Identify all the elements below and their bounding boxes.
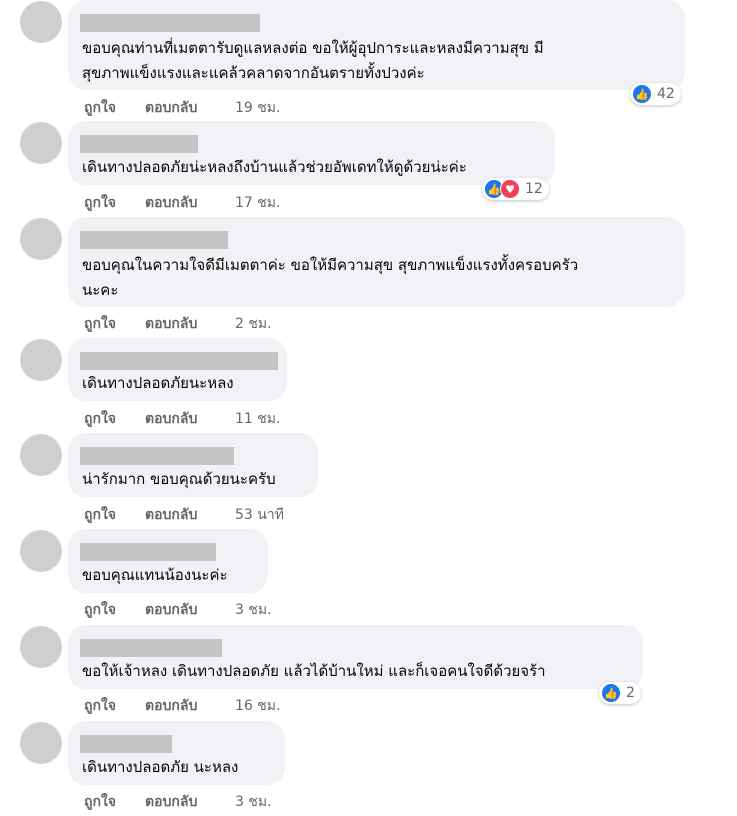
comment-actions: ถูกใจ ตอบกลับ 3 ชม. [84,599,272,621]
like-icon: 👍 [632,84,652,104]
comment-text: เดินทางปลอดภัย นะหลง [82,758,239,776]
comment-timestamp[interactable]: 11 ชม. [235,408,280,430]
comment-actions: ถูกใจ ตอบกลับ 53 นาที [84,504,284,526]
like-button[interactable]: ถูกใจ [84,791,145,813]
avatar[interactable] [20,530,62,572]
comment-timestamp[interactable]: 16 ชม. [235,695,280,717]
like-button[interactable]: ถูกใจ [84,97,145,119]
avatar[interactable] [20,339,62,381]
reply-button[interactable]: ตอบกลับ [145,504,235,526]
like-button[interactable]: ถูกใจ [84,408,145,430]
avatar[interactable] [20,218,62,260]
comment-timestamp[interactable]: 3 ชม. [235,599,272,621]
reaction-summary[interactable]: 👍 42 [630,83,681,105]
comment-timestamp[interactable]: 17 ชม. [235,192,280,214]
reply-button[interactable]: ตอบกลับ [145,791,235,813]
comment-text: เดินทางปลอดภัยน่ะหลงถึงบ้านแล้วช่วยอัพเด… [82,158,467,176]
comment-actions: ถูกใจ ตอบกลับ 11 ชม. [84,408,280,430]
comment-text: ขอบคุณท่านที่เมตตารับดูแลหลงต่อ ขอให้ผู้… [82,39,544,82]
avatar[interactable] [20,722,62,764]
redacted-author-name[interactable] [80,231,228,249]
comment-bubble: ขอบคุณแทนน้องนะค่ะ [68,529,268,593]
comment-timestamp[interactable]: 19 ชม. [235,97,280,119]
comment-actions: ถูกใจ ตอบกลับ 3 ชม. [84,791,272,813]
like-button[interactable]: ถูกใจ [84,504,145,526]
comment-text: เดินทางปลอดภัยนะหลง [82,374,234,392]
like-icon: 👍 [601,683,621,703]
comment-actions: ถูกใจ ตอบกลับ 2 ชม. [84,313,272,335]
comment-text: ขอบคุณแทนน้องนะค่ะ [82,566,228,584]
like-button[interactable]: ถูกใจ [84,313,145,335]
comment-bubble: ขอบคุณในความใจดีมีเมตตาค่ะ ขอให้มีความสุ… [68,217,685,307]
comment-bubble: เดินทางปลอดภัยนะหลง [68,338,287,401]
avatar[interactable] [20,122,62,164]
comment-actions: ถูกใจ ตอบกลับ 16 ชม. [84,695,280,717]
comment-timestamp[interactable]: 2 ชม. [235,313,272,335]
reaction-count: 12 [525,181,543,197]
reaction-summary[interactable]: 👍 2 [599,682,641,704]
redacted-author-name[interactable] [80,135,198,153]
comment-bubble: ขอให้เจ้าหลง เดินทางปลอดภัย แล้วได้บ้านใ… [68,625,643,689]
love-icon: ♥ [500,179,520,199]
like-button[interactable]: ถูกใจ [84,192,145,214]
comment-bubble: เดินทางปลอดภัยน่ะหลงถึงบ้านแล้วช่วยอัพเด… [68,121,555,185]
redacted-author-name[interactable] [80,352,278,370]
reaction-summary[interactable]: 👍 ♥ 12 [482,178,549,200]
reply-button[interactable]: ตอบกลับ [145,599,235,621]
reply-button[interactable]: ตอบกลับ [145,313,235,335]
like-button[interactable]: ถูกใจ [84,599,145,621]
comment-actions: ถูกใจ ตอบกลับ 19 ชม. [84,97,280,119]
reply-button[interactable]: ตอบกลับ [145,192,235,214]
redacted-author-name[interactable] [80,14,260,32]
reaction-count: 2 [626,685,635,701]
reply-button[interactable]: ตอบกลับ [145,97,235,119]
comment-bubble: ขอบคุณท่านที่เมตตารับดูแลหลงต่อ ขอให้ผู้… [68,0,685,90]
avatar[interactable] [20,434,62,476]
reply-button[interactable]: ตอบกลับ [145,695,235,717]
comment-bubble: เดินทางปลอดภัย นะหลง [68,721,285,785]
comment-text: ขอบคุณในความใจดีมีเมตตาค่ะ ขอให้มีความสุ… [82,256,579,299]
redacted-author-name[interactable] [80,639,222,657]
reply-button[interactable]: ตอบกลับ [145,408,235,430]
redacted-author-name[interactable] [80,543,216,561]
redacted-author-name[interactable] [80,735,172,753]
comment-text: น่ารักมาก ขอบคุณด้วยนะครับ [82,470,276,488]
comment-timestamp[interactable]: 53 นาที [235,504,284,526]
comment-text: ขอให้เจ้าหลง เดินทางปลอดภัย แล้วได้บ้านใ… [82,662,546,680]
comment-actions: ถูกใจ ตอบกลับ 17 ชม. [84,192,280,214]
comment-timestamp[interactable]: 3 ชม. [235,791,272,813]
reaction-count: 42 [657,86,675,102]
like-button[interactable]: ถูกใจ [84,695,145,717]
comment-bubble: น่ารักมาก ขอบคุณด้วยนะครับ [68,433,318,497]
redacted-author-name[interactable] [80,447,234,465]
avatar[interactable] [20,1,62,43]
avatar[interactable] [20,626,62,668]
